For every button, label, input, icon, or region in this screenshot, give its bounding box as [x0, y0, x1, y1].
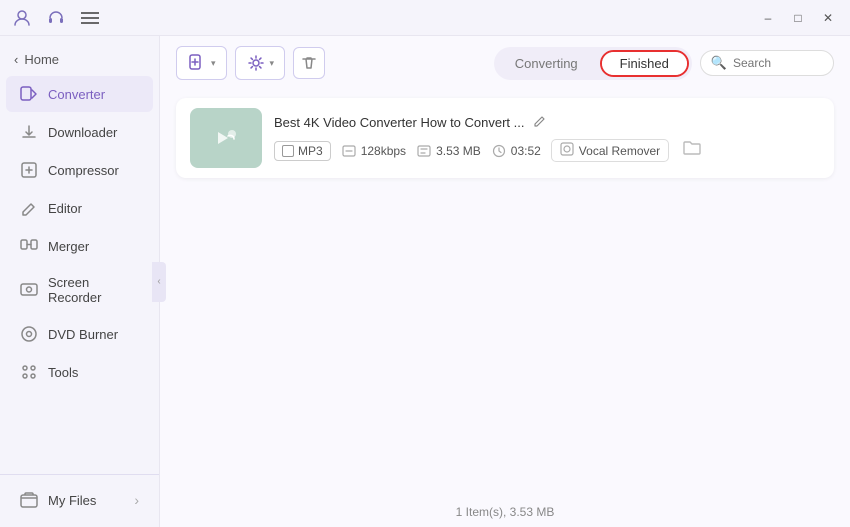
format-square-icon [282, 145, 294, 157]
main-content: ▾ ▾ [160, 36, 850, 527]
format-chip[interactable]: MP3 [274, 141, 331, 161]
home-label: Home [24, 52, 59, 67]
toolbar: ▾ ▾ [160, 36, 850, 90]
merger-icon [20, 237, 38, 255]
status-text: 1 Item(s), 3.53 MB [456, 505, 555, 519]
app-body: ‹ Home Converter Downloader [0, 36, 850, 527]
sidebar-item-merger[interactable]: Merger [6, 228, 153, 264]
file-info: Best 4K Video Converter How to Convert .… [274, 114, 820, 162]
screen-recorder-icon [20, 281, 38, 299]
sidebar-back-home[interactable]: ‹ Home [0, 44, 159, 75]
file-meta: MP3 128kbps [274, 139, 820, 162]
file-thumbnail [190, 108, 262, 168]
search-box: 🔍 [700, 50, 834, 76]
sidebar-item-dvd-burner[interactable]: DVD Burner [6, 316, 153, 352]
edit-icon[interactable] [533, 114, 547, 131]
minimize-button[interactable]: – [754, 7, 782, 29]
file-title-row: Best 4K Video Converter How to Convert .… [274, 114, 820, 131]
bitrate-value: 128kbps [361, 144, 406, 158]
tools-icon [20, 363, 38, 381]
sidebar-item-screen-recorder[interactable]: Screen Recorder [6, 266, 153, 314]
sidebar-item-converter[interactable]: Converter [6, 76, 153, 112]
menu-icon-btn[interactable] [76, 4, 104, 32]
finished-tab-wrapper: Finished [600, 50, 689, 77]
close-button[interactable]: ✕ [814, 7, 842, 29]
converter-label: Converter [48, 87, 105, 102]
converting-tab[interactable]: Converting [497, 52, 596, 75]
screen-recorder-label: Screen Recorder [48, 275, 139, 305]
search-input[interactable] [733, 56, 823, 70]
size-chip: 3.53 MB [416, 143, 481, 159]
back-arrow-icon: ‹ [14, 52, 18, 67]
tab-bar: Converting Finished [494, 47, 692, 80]
compressor-label: Compressor [48, 163, 119, 178]
duration-value: 03:52 [511, 144, 541, 158]
downloader-icon [20, 123, 38, 141]
file-list: Best 4K Video Converter How to Convert .… [160, 90, 850, 497]
search-icon: 🔍 [711, 55, 727, 71]
table-row: Best 4K Video Converter How to Convert .… [176, 98, 834, 178]
window-controls: – □ ✕ [754, 7, 842, 29]
add-file-button[interactable]: ▾ [176, 46, 227, 80]
settings-button[interactable]: ▾ [235, 46, 286, 80]
title-bar-icon-group [8, 4, 104, 32]
size-icon [416, 143, 432, 159]
delete-button[interactable] [293, 47, 325, 79]
file-title: Best 4K Video Converter How to Convert .… [274, 115, 525, 130]
headset-icon-btn[interactable] [42, 4, 70, 32]
clock-icon [491, 143, 507, 159]
status-bar: 1 Item(s), 3.53 MB [160, 497, 850, 527]
maximize-button[interactable]: □ [784, 7, 812, 29]
size-value: 3.53 MB [436, 144, 481, 158]
merger-label: Merger [48, 239, 89, 254]
sidebar-item-editor[interactable]: Editor [6, 190, 153, 226]
duration-chip: 03:52 [491, 143, 541, 159]
dvd-burner-icon [20, 325, 38, 343]
editor-icon [20, 199, 38, 217]
user-icon-btn[interactable] [8, 4, 36, 32]
tools-label: Tools [48, 365, 78, 380]
sidebar-item-my-files[interactable]: My Files › [6, 482, 153, 518]
dvd-burner-label: DVD Burner [48, 327, 118, 342]
sidebar-item-downloader[interactable]: Downloader [6, 114, 153, 150]
bitrate-chip: 128kbps [341, 143, 406, 159]
format-label: MP3 [298, 144, 323, 158]
add-file-caret: ▾ [211, 58, 216, 69]
downloader-label: Downloader [48, 125, 117, 140]
my-files-arrow: › [134, 492, 139, 508]
title-bar: – □ ✕ [0, 0, 850, 36]
compressor-icon [20, 161, 38, 179]
bitrate-icon [341, 143, 357, 159]
folder-button[interactable] [683, 140, 701, 161]
sidebar-item-tools[interactable]: Tools [6, 354, 153, 390]
sidebar-item-compressor[interactable]: Compressor [6, 152, 153, 188]
settings-icon [246, 53, 266, 73]
converter-icon [20, 85, 38, 103]
settings-caret: ▾ [270, 58, 275, 69]
add-file-icon [187, 53, 207, 73]
sidebar: ‹ Home Converter Downloader [0, 36, 160, 527]
my-files-label: My Files [48, 493, 96, 508]
vocal-icon [560, 142, 574, 159]
vocal-remover-label: Vocal Remover [579, 144, 660, 158]
sidebar-bottom: My Files › [0, 474, 159, 519]
editor-label: Editor [48, 201, 82, 216]
sidebar-collapse-handle[interactable]: ‹ [152, 262, 166, 302]
finished-tab[interactable]: Finished [602, 52, 687, 75]
my-files-icon [20, 491, 38, 509]
vocal-remover-button[interactable]: Vocal Remover [551, 139, 669, 162]
